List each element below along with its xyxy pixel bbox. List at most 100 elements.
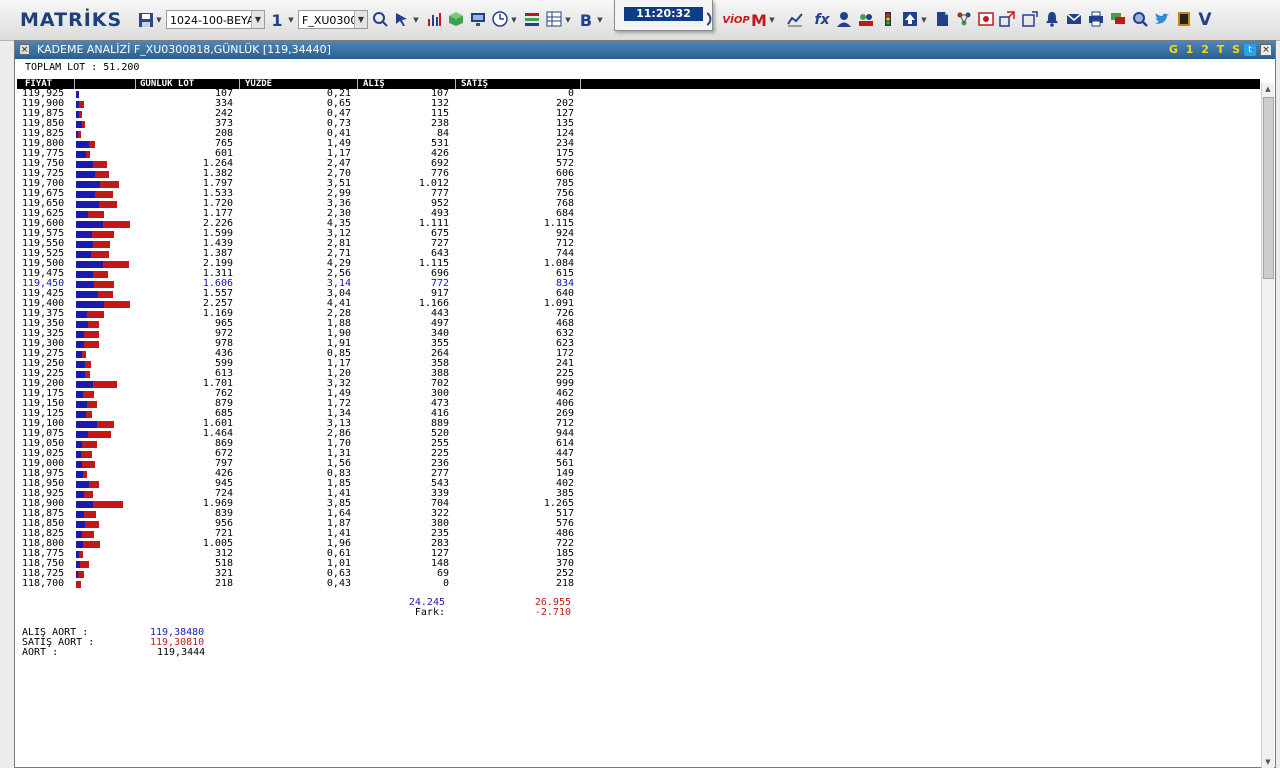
viop-button[interactable]: VİOP [722, 9, 749, 31]
table-row[interactable]: 118,900 1.969 3,85 704 1.265 [17, 499, 597, 509]
cube-icon[interactable] [446, 9, 466, 29]
table-row[interactable]: 118,725 321 0,63 69 252 [17, 569, 597, 579]
table-row[interactable]: 119,150 879 1,72 473 406 [17, 399, 597, 409]
chevron-down-icon[interactable]: ▼ [354, 11, 367, 28]
search-icon[interactable] [1130, 9, 1150, 29]
list-icon[interactable] [522, 9, 542, 29]
table-row[interactable]: 118,850 956 1,87 380 576 [17, 519, 597, 529]
twitter-icon[interactable] [1152, 9, 1172, 29]
table-row[interactable]: 119,225 613 1,20 388 225 [17, 369, 597, 379]
upload-icon[interactable] [900, 9, 920, 29]
table-row[interactable]: 119,875 242 0,47 115 127 [17, 109, 597, 119]
table-row[interactable]: 119,925 107 0,21 107 0 [17, 89, 597, 99]
table-row[interactable]: 118,875 839 1,64 322 517 [17, 509, 597, 519]
column-daily-lot[interactable]: GÜNLÜK LOT [140, 79, 194, 89]
table-row[interactable]: 119,575 1.599 3,12 675 924 [17, 229, 597, 239]
book-icon[interactable] [1174, 9, 1194, 29]
mail-icon[interactable] [1064, 9, 1084, 29]
table-row[interactable]: 118,925 724 1,41 339 385 [17, 489, 597, 499]
upload-dropdown-arrow[interactable]: ▼ [920, 9, 928, 31]
table-row[interactable]: 119,200 1.701 3,32 702 999 [17, 379, 597, 389]
window-number[interactable]: 1 [270, 9, 284, 31]
bold-button[interactable]: B [578, 9, 594, 31]
table-row[interactable]: 119,375 1.169 2,28 443 726 [17, 309, 597, 319]
table-row[interactable]: 119,275 436 0,85 264 172 [17, 349, 597, 359]
scroll-down-icon[interactable]: ▼ [1262, 756, 1274, 768]
symbol-combo[interactable]: F_XU0300 ▼ [298, 10, 368, 29]
layout-combo[interactable]: 1024-100-BEYA ▼ [166, 10, 265, 29]
column-ask[interactable]: SATIŞ [461, 79, 488, 89]
chevron-down-icon[interactable]: ▼ [251, 11, 264, 28]
table-row[interactable]: 119,050 869 1,70 255 614 [17, 439, 597, 449]
news-icon[interactable] [976, 9, 996, 29]
table-row[interactable]: 118,800 1.005 1,96 283 722 [17, 539, 597, 549]
twitter-icon[interactable]: t [1244, 44, 1256, 56]
scroll-up-icon[interactable]: ▲ [1262, 83, 1274, 95]
bell-icon[interactable] [1042, 9, 1062, 29]
table-row[interactable]: 119,350 965 1,88 497 468 [17, 319, 597, 329]
table-row[interactable]: 119,600 2.226 4,35 1.111 1.115 [17, 219, 597, 229]
traffic-light-icon[interactable] [878, 9, 898, 29]
table-row[interactable]: 119,675 1.533 2,99 777 756 [17, 189, 597, 199]
table-row[interactable]: 119,425 1.557 3,04 917 640 [17, 289, 597, 299]
table-row[interactable]: 119,250 599 1,17 358 241 [17, 359, 597, 369]
people-icon[interactable] [856, 9, 876, 29]
table-row[interactable]: 119,175 762 1,49 300 462 [17, 389, 597, 399]
monitor-icon[interactable] [468, 9, 488, 29]
bold-dropdown-arrow[interactable]: ▼ [596, 9, 604, 31]
table-row[interactable]: 119,825 208 0,41 84 124 [17, 129, 597, 139]
table-row[interactable]: 118,750 518 1,01 148 370 [17, 559, 597, 569]
clock-dropdown-arrow[interactable]: ▼ [510, 9, 518, 31]
clock-icon[interactable] [490, 9, 510, 29]
table-row[interactable]: 119,650 1.720 3,36 952 768 [17, 199, 597, 209]
table-row[interactable]: 119,800 765 1,49 531 234 [17, 139, 597, 149]
document-icon[interactable] [932, 9, 952, 29]
table-row[interactable]: 119,500 2.199 4,29 1.115 1.084 [17, 259, 597, 269]
grid-icon[interactable] [544, 9, 564, 29]
scroll-thumb[interactable] [1263, 97, 1274, 279]
close-icon[interactable]: × [1260, 44, 1272, 56]
table-row[interactable]: 119,775 601 1,17 426 175 [17, 149, 597, 159]
table-row[interactable]: 119,400 2.257 4,41 1.166 1.091 [17, 299, 597, 309]
save-icon[interactable] [136, 9, 156, 31]
number-dropdown-arrow[interactable]: ▼ [286, 9, 296, 31]
m-dropdown-arrow[interactable]: ▼ [768, 9, 776, 31]
table-row[interactable]: 119,900 334 0,65 132 202 [17, 99, 597, 109]
table-row[interactable]: 119,550 1.439 2,81 727 712 [17, 239, 597, 249]
column-bid[interactable]: ALIŞ [363, 79, 385, 89]
network-icon[interactable] [954, 9, 974, 29]
resize-out-icon[interactable] [1020, 9, 1040, 29]
table-row[interactable]: 119,700 1.797 3,51 1.012 785 [17, 179, 597, 189]
grid-dropdown-arrow[interactable]: ▼ [564, 9, 572, 31]
zoom-icon[interactable] [370, 9, 390, 29]
cursor-icon[interactable] [392, 9, 412, 29]
table-row[interactable]: 119,300 978 1,91 355 623 [17, 339, 597, 349]
table-row[interactable]: 119,325 972 1,90 340 632 [17, 329, 597, 339]
table-row[interactable]: 119,475 1.311 2,56 696 615 [17, 269, 597, 279]
table-row[interactable]: 119,750 1.264 2,47 692 572 [17, 159, 597, 169]
vertical-scrollbar[interactable]: ▲ ▼ [1261, 83, 1274, 768]
cursor-dropdown-arrow[interactable]: ▼ [412, 9, 420, 31]
table-row[interactable]: 118,700 218 0,43 0 218 [17, 579, 597, 589]
table-row[interactable]: 119,725 1.382 2,70 776 606 [17, 169, 597, 179]
column-percent[interactable]: YÜZDE [245, 79, 272, 89]
formula-button[interactable]: fx [812, 9, 832, 31]
table-row[interactable]: 119,850 373 0,73 238 135 [17, 119, 597, 129]
table-row[interactable]: 119,000 797 1,56 236 561 [17, 459, 597, 469]
table-row[interactable]: 119,525 1.387 2,71 643 744 [17, 249, 597, 259]
table-row[interactable]: 118,975 426 0,83 277 149 [17, 469, 597, 479]
user-icon[interactable] [834, 9, 854, 29]
table-row[interactable]: 119,450 1.606 3,14 772 834 [17, 279, 597, 289]
table-row[interactable]: 118,825 721 1,41 235 486 [17, 529, 597, 539]
resize-icon[interactable] [997, 9, 1017, 29]
period-badge[interactable]: G 1 2 T S [1169, 41, 1242, 59]
print-icon[interactable] [1086, 9, 1106, 29]
partial-icon[interactable] [706, 9, 716, 29]
chart-icon[interactable] [424, 9, 444, 29]
m-icon[interactable]: M [750, 9, 768, 31]
table-row[interactable]: 118,775 312 0,61 127 185 [17, 549, 597, 559]
table-row[interactable]: 118,950 945 1,85 543 402 [17, 479, 597, 489]
window-menu-icon[interactable]: × [19, 44, 30, 55]
table-row[interactable]: 119,075 1.464 2,86 520 944 [17, 429, 597, 439]
v-button[interactable]: V [1196, 9, 1214, 31]
